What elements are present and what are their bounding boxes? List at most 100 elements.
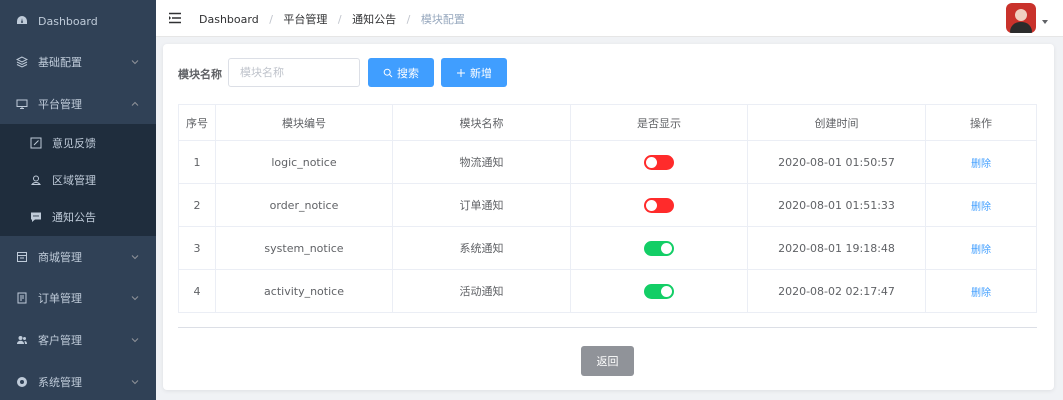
visibility-toggle[interactable] (644, 240, 674, 256)
search-button-label: 搜索 (397, 67, 419, 80)
search-button[interactable]: 搜索 (368, 58, 434, 87)
avatar-face (1015, 9, 1027, 21)
back-button-label: 返回 (596, 355, 619, 368)
edit-icon (30, 137, 42, 149)
code-cell: order_notice (216, 184, 393, 226)
toggle-knob (661, 285, 672, 297)
back-button[interactable]: 返回 (581, 346, 634, 376)
search-label: 模块名称 (178, 68, 222, 81)
visibility-toggle[interactable] (644, 283, 674, 299)
toggle-knob (646, 156, 657, 168)
add-button-label: 新增 (470, 67, 492, 80)
sidebar-subitem-label: 意见反馈 (52, 136, 96, 150)
sidebar-item-label: 基础配置 (38, 56, 82, 69)
chevron-down-icon (131, 338, 139, 343)
add-button[interactable]: 新增 (441, 58, 507, 87)
avatar[interactable] (1006, 3, 1036, 33)
chevron-down-icon (131, 60, 139, 65)
table-header-cell: 模块名称 (393, 105, 571, 140)
hamburger-icon[interactable] (168, 11, 182, 25)
sidebar-subitem-label: 区域管理 (52, 173, 96, 187)
sidebar-item-customer-management[interactable]: 客户管理 (0, 319, 156, 361)
visibility-toggle[interactable] (644, 154, 674, 170)
code-cell: system_notice (216, 227, 393, 269)
index-cell: 2 (179, 184, 216, 226)
action-cell: 删除 (926, 270, 1036, 312)
chevron-down-icon (131, 296, 139, 301)
table-row: 3 system_notice 系统通知 2020-08-01 19:18:48… (179, 227, 1036, 270)
breadcrumb-item-platform[interactable]: 平台管理 (283, 13, 327, 26)
sidebar-subitem-label: 通知公告 (52, 210, 96, 224)
index-cell: 1 (179, 141, 216, 183)
breadcrumb-item-current: 模块配置 (420, 13, 465, 26)
chevron-down-icon (131, 255, 139, 260)
breadcrumb-separator: / (337, 13, 342, 26)
delete-link[interactable]: 删除 (971, 198, 991, 213)
sidebar-item-label: 商城管理 (38, 251, 82, 264)
breadcrumb-separator: / (406, 13, 411, 26)
visible-cell (571, 227, 748, 269)
name-cell: 物流通知 (393, 141, 571, 183)
sidebar-subitem-feedback[interactable]: 意见反馈 (0, 124, 156, 161)
delete-link[interactable]: 删除 (971, 241, 991, 256)
sidebar-item-dashboard[interactable]: Dashboard (0, 0, 156, 42)
index-cell: 4 (179, 270, 216, 312)
sidebar-item-mall-management[interactable]: 商城管理 (0, 236, 156, 278)
breadcrumb-separator: / (269, 13, 273, 26)
users-icon (16, 334, 28, 346)
action-cell: 删除 (926, 141, 1036, 183)
breadcrumb-item-notice[interactable]: 通知公告 (352, 13, 396, 26)
sidebar-item-system-management[interactable]: 系统管理 (0, 361, 156, 400)
sidebar-item-platform-management[interactable]: 平台管理 (0, 83, 156, 125)
sidebar-item-basic-config[interactable]: 基础配置 (0, 41, 156, 83)
delete-link[interactable]: 删除 (971, 284, 991, 299)
toggle-knob (646, 199, 657, 211)
avatar-body (1010, 22, 1032, 33)
chevron-up-icon (131, 101, 139, 106)
message-icon (30, 211, 42, 223)
sidebar-subitem-region[interactable]: 区域管理 (0, 161, 156, 198)
sidebar-subitem-notice[interactable]: 通知公告 (0, 198, 156, 235)
name-cell: 活动通知 (393, 270, 571, 312)
breadcrumb-item-dashboard[interactable]: Dashboard (199, 13, 259, 26)
table-header-row: 序号 模块编号 模块名称 是否显示 创建时间 操作 (179, 105, 1036, 141)
created-cell: 2020-08-01 01:51:33 (748, 184, 926, 226)
table-header-cell: 模块编号 (216, 105, 393, 140)
table-row: 4 activity_notice 活动通知 2020-08-02 02:17:… (179, 270, 1036, 312)
visible-cell (571, 141, 748, 183)
created-cell: 2020-08-01 19:18:48 (748, 227, 926, 269)
delete-link[interactable]: 删除 (971, 155, 991, 170)
visibility-toggle[interactable] (644, 197, 674, 213)
dashboard-icon (16, 15, 28, 27)
breadcrumb: Dashboard / 平台管理 / 通知公告 / 模块配置 (199, 11, 465, 27)
action-cell: 删除 (926, 184, 1036, 226)
name-cell: 系统通知 (393, 227, 571, 269)
visible-cell (571, 270, 748, 312)
visible-cell (571, 184, 748, 226)
table-header-cell: 序号 (179, 105, 216, 140)
document-icon (16, 292, 28, 304)
created-cell: 2020-08-01 01:50:57 (748, 141, 926, 183)
sidebar-item-order-management[interactable]: 订单管理 (0, 277, 156, 319)
shop-icon (16, 251, 28, 263)
table-header-cell: 创建时间 (748, 105, 926, 140)
content-card: 模块名称 搜索 新增 序号 模块编号 模块名称 是否显示 创建时间 操作 1 l… (163, 44, 1054, 390)
sidebar-item-label: Dashboard (38, 14, 98, 28)
sidebar-item-label: 客户管理 (38, 334, 82, 347)
table-header-cell: 操作 (970, 116, 992, 130)
search-icon (383, 68, 393, 77)
code-cell: logic_notice (216, 141, 393, 183)
toggle-knob (661, 242, 672, 254)
created-cell: 2020-08-02 02:17:47 (748, 270, 926, 312)
index-cell: 3 (179, 227, 216, 269)
table-row: 2 order_notice 订单通知 2020-08-01 01:51:33 … (179, 184, 1036, 227)
caret-down-icon[interactable] (1042, 20, 1048, 24)
chevron-down-icon (131, 380, 139, 385)
module-table: 序号 模块编号 模块名称 是否显示 创建时间 操作 1 logic_notice… (178, 104, 1037, 313)
sidebar: Dashboard 基础配置 平台管理 意见反馈 区域管理 通知公告 商城管理 … (0, 0, 156, 400)
search-input[interactable] (228, 58, 360, 87)
sidebar-item-label: 平台管理 (38, 98, 82, 111)
code-cell: activity_notice (216, 270, 393, 312)
monitor-icon (16, 98, 28, 110)
platform-submenu: 意见反馈 区域管理 通知公告 (0, 124, 156, 236)
